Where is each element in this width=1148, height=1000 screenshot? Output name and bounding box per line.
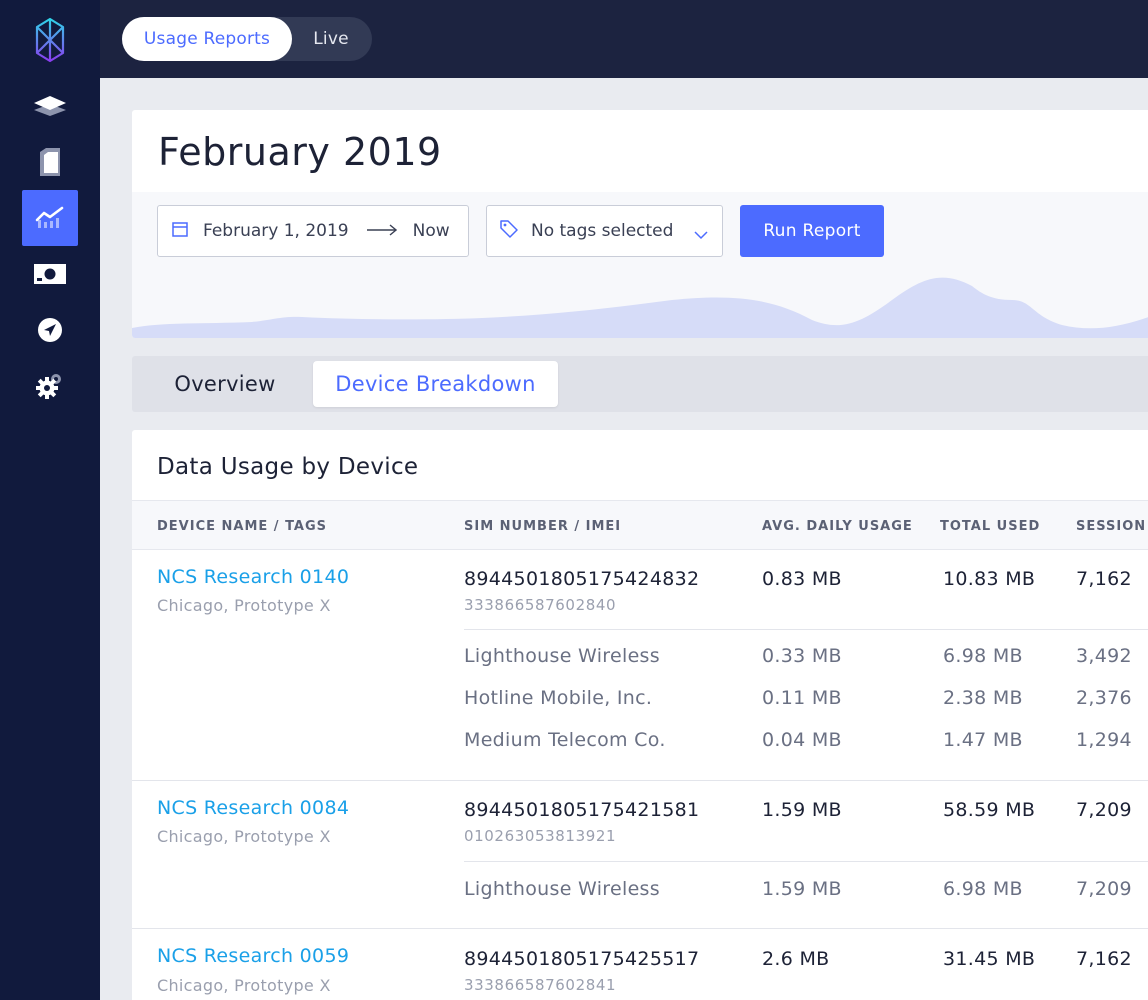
usage-reports-toggle[interactable]: Usage Reports xyxy=(122,17,292,61)
tag-icon xyxy=(499,219,519,244)
date-start: February 1, 2019 xyxy=(203,221,349,241)
layers-icon xyxy=(33,92,67,120)
date-range-picker[interactable]: February 1, 2019 Now xyxy=(157,205,469,257)
session-count: 7,209 xyxy=(1076,799,1132,821)
tags-select[interactable]: No tags selected xyxy=(486,205,723,257)
money-icon xyxy=(33,263,67,285)
calendar-icon xyxy=(172,221,188,242)
report-card: February 2019 February 1, 2019 Now No ta… xyxy=(132,110,1148,338)
session-count: 7,162 xyxy=(1076,948,1132,970)
imei: 333866587602840 xyxy=(464,596,617,614)
chart-icon xyxy=(35,206,65,230)
carrier-total: 6.98 MB xyxy=(943,645,1023,667)
device-name-link[interactable]: NCS Research 0084 xyxy=(157,797,349,819)
view-tabs: Overview Device Breakdown xyxy=(132,356,1148,412)
column-total-used[interactable]: TOTAL USED xyxy=(940,519,1040,534)
imei: 333866587602841 xyxy=(464,976,617,994)
avg-daily-usage: 2.6 MB xyxy=(762,948,830,970)
device-tags: Chicago, Prototype X xyxy=(157,976,331,995)
date-end: Now xyxy=(412,221,450,241)
tab-overview[interactable]: Overview xyxy=(152,361,298,407)
run-report-button[interactable]: Run Report xyxy=(740,205,884,257)
live-toggle[interactable]: Live xyxy=(292,17,370,61)
carrier-avg: 0.04 MB xyxy=(762,729,842,751)
sim-card-icon xyxy=(38,148,62,176)
tags-select-value: No tags selected xyxy=(531,221,674,241)
avg-daily-usage: 1.59 MB xyxy=(762,799,842,821)
total-used: 58.59 MB xyxy=(943,799,1036,821)
carrier-sessions: 2,376 xyxy=(1076,687,1132,709)
data-usage-table-card: Data Usage by Device DEVICE NAME / TAGS … xyxy=(132,430,1148,1000)
carrier-avg: 0.11 MB xyxy=(762,687,842,709)
tab-device-breakdown[interactable]: Device Breakdown xyxy=(313,361,558,407)
device-tags: Chicago, Prototype X xyxy=(157,596,331,615)
carrier-sessions: 3,492 xyxy=(1076,645,1132,667)
device-divider xyxy=(132,928,1148,929)
nav-item-usage[interactable] xyxy=(22,190,78,246)
session-count: 7,162 xyxy=(1076,568,1132,590)
sidebar xyxy=(0,0,100,1000)
carrier-name: Lighthouse Wireless xyxy=(464,645,660,667)
nav-item-sims[interactable] xyxy=(22,134,78,190)
carrier-name: Medium Telecom Co. xyxy=(464,729,666,751)
report-mode-toggle: Usage Reports Live xyxy=(122,17,372,61)
row-divider xyxy=(464,629,1148,630)
carrier-name: Hotline Mobile, Inc. xyxy=(464,687,653,709)
sim-number: 8944501805175425517 xyxy=(464,948,700,970)
column-device-name[interactable]: DEVICE NAME / TAGS xyxy=(157,519,327,534)
table-title: Data Usage by Device xyxy=(157,454,419,480)
arrow-right-icon xyxy=(366,221,397,241)
sim-number: 8944501805175421581 xyxy=(464,799,700,821)
carrier-total: 1.47 MB xyxy=(943,729,1023,751)
imei: 010263053813921 xyxy=(464,827,617,845)
carrier-avg: 1.59 MB xyxy=(762,878,842,900)
device-divider xyxy=(132,780,1148,781)
avg-daily-usage: 0.83 MB xyxy=(762,568,842,590)
column-avg-daily-usage[interactable]: AVG. DAILY USAGE xyxy=(762,519,913,534)
logo-icon[interactable] xyxy=(34,16,66,64)
usage-sparkline xyxy=(132,277,1148,338)
row-divider xyxy=(464,861,1148,862)
page-title: February 2019 xyxy=(158,130,442,174)
total-used: 10.83 MB xyxy=(943,568,1036,590)
carrier-name: Lighthouse Wireless xyxy=(464,878,660,900)
carrier-total: 2.38 MB xyxy=(943,687,1023,709)
column-sessions[interactable]: SESSION xyxy=(1076,519,1146,534)
device-tags: Chicago, Prototype X xyxy=(157,827,331,846)
column-sim-number[interactable]: SIM NUMBER / IMEI xyxy=(464,519,621,534)
chevron-down-icon xyxy=(694,225,708,245)
carrier-total: 6.98 MB xyxy=(943,878,1023,900)
carrier-sessions: 1,294 xyxy=(1076,729,1132,751)
device-name-link[interactable]: NCS Research 0140 xyxy=(157,566,349,588)
carrier-sessions: 7,209 xyxy=(1076,878,1132,900)
nav-item-routes[interactable] xyxy=(22,302,78,358)
navigation-icon xyxy=(37,317,63,343)
carrier-avg: 0.33 MB xyxy=(762,645,842,667)
sim-number: 8944501805175424832 xyxy=(464,568,700,590)
device-name-link[interactable]: NCS Research 0059 xyxy=(157,945,349,967)
top-bar: Usage Reports Live xyxy=(100,0,1148,78)
nav-item-settings[interactable] xyxy=(22,358,78,414)
table-header: DEVICE NAME / TAGS SIM NUMBER / IMEI AVG… xyxy=(132,500,1148,550)
nav-item-devices[interactable] xyxy=(22,78,78,134)
gear-icon xyxy=(36,372,64,400)
nav-item-billing[interactable] xyxy=(22,246,78,302)
total-used: 31.45 MB xyxy=(943,948,1036,970)
